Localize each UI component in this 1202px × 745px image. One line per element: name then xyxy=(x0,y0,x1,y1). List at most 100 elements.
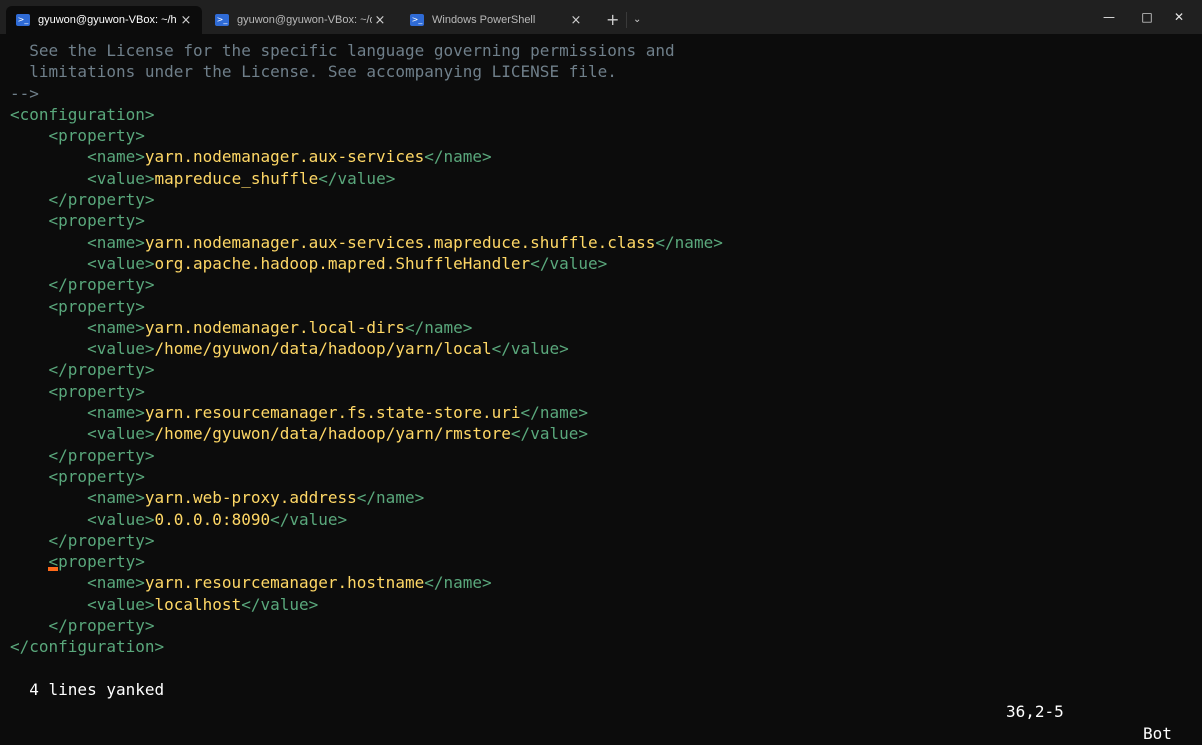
property-name: yarn.nodemanager.aux-services.mapreduce.… xyxy=(144,232,656,252)
close-icon[interactable]: × xyxy=(568,13,584,28)
xml-tag: </value> xyxy=(241,594,319,614)
vim-status-line: 4 lines yanked 36,2-5 Bot xyxy=(10,657,1196,743)
window-close-button[interactable]: ✕ xyxy=(1156,0,1202,34)
xml-tag: </value> xyxy=(530,253,608,273)
xml-tag: <property> xyxy=(48,211,145,231)
xml-tag: </property> xyxy=(48,445,155,465)
divider xyxy=(626,12,627,28)
powershell-icon: >_ xyxy=(215,14,229,26)
close-icon[interactable]: × xyxy=(372,13,388,28)
cursor-position: 36,2-5 xyxy=(1006,702,1064,721)
xml-tag: <name> xyxy=(87,403,145,423)
xml-tag: </name> xyxy=(404,317,473,337)
xml-tag: <name> xyxy=(87,232,145,252)
tab-ssh-2[interactable]: >_ gyuwon@gyuwon-VBox: ~/da × xyxy=(205,6,396,34)
xml-tag: </value> xyxy=(318,168,396,188)
property-open-line: <property> xyxy=(10,296,1196,317)
xml-tag: </name> xyxy=(356,488,425,508)
property-value-line: <value>/home/gyuwon/data/hadoop/yarn/rms… xyxy=(10,423,1196,444)
new-tab-button[interactable]: + xyxy=(606,12,619,28)
property-value-line: <value>/home/gyuwon/data/hadoop/yarn/loc… xyxy=(10,338,1196,359)
xml-tag: <value> xyxy=(87,339,155,359)
xml-tag: </value> xyxy=(491,339,569,359)
xml-tag: </property> xyxy=(48,360,155,380)
xml-tag: <name> xyxy=(87,573,145,593)
chevron-down-icon[interactable]: ⌄ xyxy=(633,14,641,26)
configuration-open-line: <configuration> xyxy=(10,104,1196,125)
xml-tag: <value> xyxy=(87,509,155,529)
property-close-line: </property> xyxy=(10,615,1196,636)
xml-tag: <property> xyxy=(48,126,145,146)
property-value: org.apache.hadoop.mapred.ShuffleHandler xyxy=(154,253,531,273)
scroll-indicator: Bot xyxy=(1143,724,1172,743)
comment-line: --> xyxy=(10,83,39,103)
xml-tag: <property> xyxy=(48,296,145,316)
property-open-line: <property> xyxy=(10,466,1196,487)
property-open-line: <property> xyxy=(10,381,1196,402)
property-value-line: <value>localhost</value> xyxy=(10,594,1196,615)
xml-tag: </property> xyxy=(48,616,155,636)
property-open-line: <property> xyxy=(10,551,1196,572)
tab-ssh-1[interactable]: >_ gyuwon@gyuwon-VBox: ~/h × xyxy=(6,6,202,34)
xml-tag: </property> xyxy=(48,190,155,210)
xml-tag: <value> xyxy=(87,168,155,188)
xml-tag: <value> xyxy=(87,594,155,614)
property-close-line: </property> xyxy=(10,445,1196,466)
xml-tag: </configuration> xyxy=(10,637,165,657)
xml-tag: <name> xyxy=(87,147,145,167)
property-value: /home/gyuwon/data/hadoop/yarn/rmstore xyxy=(154,424,511,444)
xml-tag: <value> xyxy=(87,424,155,444)
xml-tag: <property> xyxy=(48,466,145,486)
tab-label: gyuwon@gyuwon-VBox: ~/da xyxy=(237,14,372,26)
comment-line: See the License for the specific languag… xyxy=(10,41,675,60)
property-name: yarn.nodemanager.aux-services xyxy=(144,147,425,167)
property-value-line: <value>0.0.0.0:8090</value> xyxy=(10,509,1196,530)
property-value: mapreduce_shuffle xyxy=(154,168,319,188)
property-value-line: <value>mapreduce_shuffle</value> xyxy=(10,168,1196,189)
xml-tag: </property> xyxy=(48,275,155,295)
property-close-line: </property> xyxy=(10,189,1196,210)
property-name-line: <name>yarn.nodemanager.aux-services</nam… xyxy=(10,146,1196,167)
configuration-close-line: </configuration> xyxy=(10,636,1196,657)
xml-tag: </name> xyxy=(424,147,492,167)
vim-editor[interactable]: See the License for the specific languag… xyxy=(10,40,1196,658)
property-value-line: <value>org.apache.hadoop.mapred.ShuffleH… xyxy=(10,253,1196,274)
property-value: localhost xyxy=(154,594,242,614)
tab-powershell[interactable]: >_ Windows PowerShell × xyxy=(400,6,592,34)
tab-label: gyuwon@gyuwon-VBox: ~/h xyxy=(38,14,177,26)
xml-tag: </name> xyxy=(424,573,492,593)
xml-tag: </name> xyxy=(655,232,723,252)
property-name-line: <name>yarn.resourcemanager.hostname</nam… xyxy=(10,572,1196,593)
property-open-line: <property> xyxy=(10,125,1196,146)
property-value: 0.0.0.0:8090 xyxy=(154,509,271,529)
property-name: yarn.resourcemanager.fs.state-store.uri xyxy=(144,403,521,423)
property-close-line: </property> xyxy=(10,359,1196,380)
powershell-icon: >_ xyxy=(410,14,424,26)
close-icon[interactable]: × xyxy=(178,13,194,28)
property-name-line: <name>yarn.nodemanager.local-dirs</name> xyxy=(10,317,1196,338)
property-name-line: <name>yarn.nodemanager.aux-services.mapr… xyxy=(10,232,1196,253)
xml-tag: </value> xyxy=(510,424,588,444)
xml-tag: <configuration> xyxy=(10,104,155,124)
xml-tag: <name> xyxy=(87,488,145,508)
text-cursor xyxy=(48,567,58,571)
property-close-line: </property> xyxy=(10,274,1196,295)
powershell-icon: >_ xyxy=(16,14,30,26)
xml-tag: <name> xyxy=(87,317,145,337)
property-name: yarn.web-proxy.address xyxy=(144,488,357,508)
status-message: 4 lines yanked xyxy=(29,680,165,699)
property-name-line: <name>yarn.web-proxy.address</name> xyxy=(10,487,1196,508)
xml-tag: <value> xyxy=(87,253,155,273)
xml-tag: <property> xyxy=(48,552,145,572)
xml-tag: </name> xyxy=(520,403,588,423)
comment-line: limitations under the License. See accom… xyxy=(10,62,617,82)
property-value: /home/gyuwon/data/hadoop/yarn/local xyxy=(154,339,492,359)
property-name: yarn.resourcemanager.hostname xyxy=(144,573,425,593)
property-name-line: <name>yarn.resourcemanager.fs.state-stor… xyxy=(10,402,1196,423)
property-open-line: <property> xyxy=(10,210,1196,231)
property-close-line: </property> xyxy=(10,530,1196,551)
title-bar: >_ gyuwon@gyuwon-VBox: ~/h × >_ gyuwon@g… xyxy=(0,0,1202,34)
property-name: yarn.nodemanager.local-dirs xyxy=(144,317,405,337)
xml-tag: </property> xyxy=(48,530,155,550)
tab-label: Windows PowerShell xyxy=(432,14,536,26)
